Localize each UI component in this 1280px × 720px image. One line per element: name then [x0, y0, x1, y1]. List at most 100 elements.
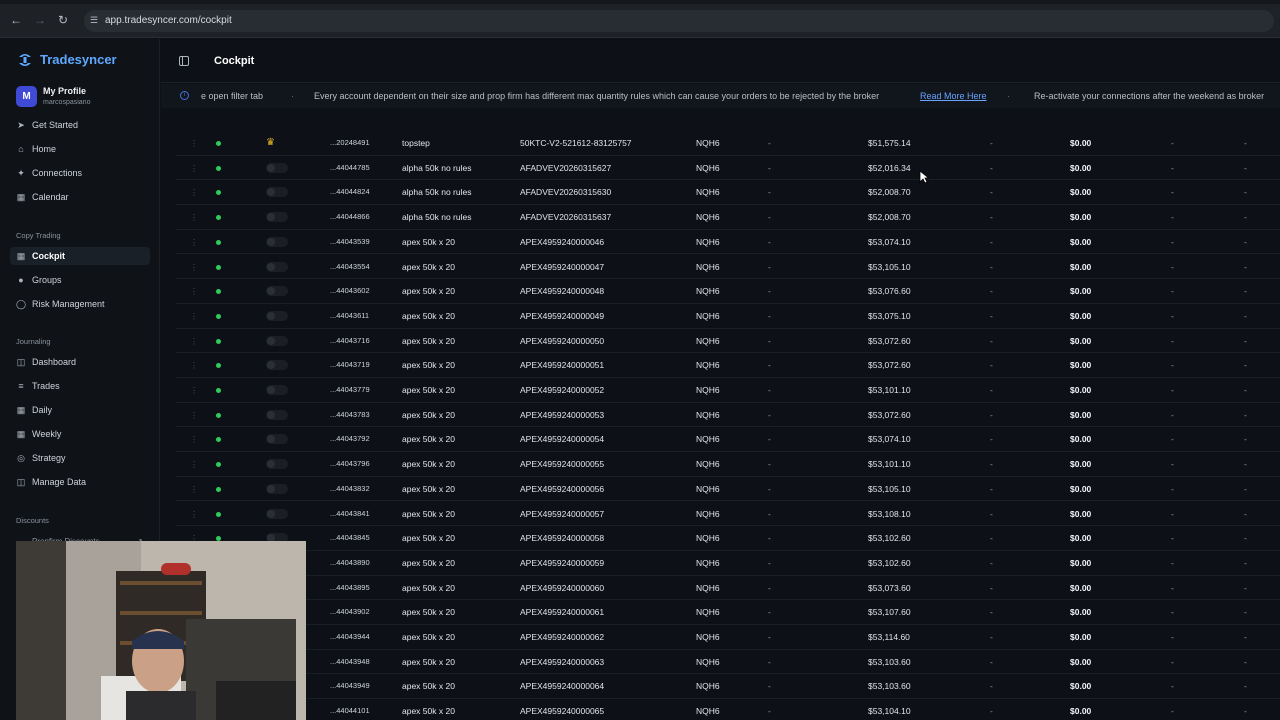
drag-handle-icon[interactable]: ⋮ — [190, 263, 198, 272]
table-row[interactable]: ⋮ ...44043602 apex 50k x 20 APEX49592400000… — [176, 279, 1280, 304]
sidebar-item-cockpit[interactable]: ▦ Cockpit — [10, 247, 150, 265]
dash-value: - — [990, 582, 993, 593]
account-number: APEX4959240000059 — [520, 557, 605, 568]
sidebar-item-get-started[interactable]: ➤ Get Started — [10, 116, 150, 134]
account-id: ...44043554 — [330, 261, 370, 271]
status-online-icon — [216, 264, 221, 270]
follower-toggle[interactable] — [266, 286, 288, 297]
sidebar-item-daily[interactable]: ▦ Daily — [10, 401, 150, 419]
read-more-link[interactable]: Read More Here — [920, 91, 987, 101]
drag-handle-icon[interactable]: ⋮ — [190, 238, 198, 247]
account-number: APEX4959240000053 — [520, 409, 605, 420]
drag-handle-icon[interactable]: ⋮ — [190, 485, 198, 494]
table-row[interactable]: ⋮ ♛ ...20248491 topstep 50KTC-V2-521612-8312… — [176, 131, 1280, 156]
avatar[interactable]: M — [16, 86, 37, 107]
table-row[interactable]: ⋮...44043890apex 50k x 20APEX49592400000… — [176, 551, 1280, 576]
drag-handle-icon[interactable]: ⋮ — [190, 386, 198, 395]
table-row[interactable]: ⋮ ...44043539 apex 50k x 20 APEX49592400000… — [176, 230, 1280, 255]
leader-crown-icon[interactable]: ♛ — [266, 137, 275, 149]
sidebar-item-weekly[interactable]: ▦ Weekly — [10, 425, 150, 443]
drag-handle-icon[interactable]: ⋮ — [190, 287, 198, 296]
table-row[interactable]: ⋮ ...44043783 apex 50k x 20 APEX49592400000… — [176, 403, 1280, 428]
reload-icon[interactable]: ↻ — [56, 13, 70, 27]
sidebar-item-home[interactable]: ⌂ Home — [10, 140, 150, 158]
sidebar-item-calendar[interactable]: ▦ Calendar — [10, 188, 150, 206]
follower-toggle[interactable] — [266, 409, 288, 420]
follower-toggle[interactable] — [266, 483, 288, 494]
follower-toggle[interactable] — [266, 187, 288, 198]
table-row[interactable]: ⋮ ...44043611 apex 50k x 20 APEX49592400000… — [176, 304, 1280, 329]
account-number: APEX4959240000061 — [520, 607, 605, 618]
drag-handle-icon[interactable]: ⋮ — [190, 361, 198, 370]
follower-toggle[interactable] — [266, 385, 288, 395]
account-number: APEX4959240000049 — [520, 310, 605, 321]
sidebar-item-strategy[interactable]: ◎ Strategy — [10, 449, 150, 467]
follower-toggle[interactable] — [266, 434, 288, 445]
table-row[interactable]: ⋮ ...44043554 apex 50k x 20 APEX49592400000… — [176, 255, 1280, 280]
site-info-icon[interactable]: ☰ — [90, 15, 100, 25]
symbol: NQH6 — [696, 557, 720, 568]
dash-value: - — [1171, 286, 1174, 297]
table-row[interactable]: ⋮...44043949apex 50k x 20APEX49592400000… — [176, 674, 1280, 700]
table-row[interactable]: ⋮ ...44043779 apex 50k x 20 APEX49592400000… — [176, 378, 1280, 403]
sidebar-toggle-icon[interactable] — [179, 56, 189, 66]
drag-handle-icon[interactable]: ⋮ — [190, 188, 198, 197]
drag-handle-icon[interactable]: ⋮ — [190, 312, 198, 321]
drag-handle-icon[interactable]: ⋮ — [190, 337, 198, 346]
forward-icon[interactable]: → — [33, 13, 47, 27]
table-row[interactable]: ⋮ ...44043832 apex 50k x 20 APEX49592400000… — [176, 477, 1280, 502]
table-row[interactable]: ⋮ ...44043792 apex 50k x 20 APEX49592400000… — [176, 427, 1280, 453]
address-bar[interactable] — [84, 10, 1274, 32]
dash-value: - — [1171, 582, 1174, 593]
account-nickname: alpha 50k no rules — [402, 212, 472, 223]
sidebar-item-dashboard[interactable]: ◫ Dashboard — [10, 353, 150, 371]
balance: $53,107.60 — [868, 607, 911, 618]
follower-toggle[interactable] — [266, 360, 288, 371]
dash-value: - — [1244, 681, 1247, 692]
table-row[interactable]: ⋮ ...44044785 alpha 50k no rules AFADVEV202… — [176, 156, 1280, 181]
back-icon[interactable]: ← — [9, 13, 23, 27]
follower-toggle[interactable] — [266, 261, 288, 272]
pnl: $0.00 — [1070, 236, 1092, 247]
follower-toggle[interactable] — [266, 212, 288, 223]
table-row[interactable]: ⋮ ...44043845 apex 50k x 20 APEX49592400000… — [176, 526, 1280, 551]
url-text[interactable]: app.tradesyncer.com/cockpit — [105, 15, 232, 26]
symbol: NQH6 — [696, 409, 720, 420]
balance: $53,074.10 — [868, 434, 911, 445]
drag-handle-icon[interactable]: ⋮ — [190, 435, 198, 444]
drag-handle-icon[interactable]: ⋮ — [190, 139, 198, 148]
drag-handle-icon[interactable]: ⋮ — [190, 213, 198, 222]
table-row[interactable]: ⋮...44043948apex 50k x 20APEX49592400000… — [176, 650, 1280, 675]
sidebar-item-connections[interactable]: ✦ Connections — [10, 164, 150, 182]
drag-handle-icon[interactable]: ⋮ — [190, 510, 198, 519]
follower-toggle[interactable] — [266, 162, 288, 173]
drag-handle-icon[interactable]: ⋮ — [190, 411, 198, 420]
symbol: NQH6 — [696, 335, 720, 346]
dash-value: - — [1171, 162, 1174, 173]
dash-value: - — [1244, 236, 1247, 247]
profile-name[interactable]: My Profile — [43, 86, 86, 96]
drag-handle-icon[interactable]: ⋮ — [190, 460, 198, 469]
table-row[interactable]: ⋮ ...44044866 alpha 50k no rules AFADVEV202… — [176, 205, 1280, 230]
pnl: $0.00 — [1070, 508, 1092, 519]
drag-handle-icon[interactable]: ⋮ — [190, 164, 198, 173]
sidebar-item-risk-management[interactable]: ◯ Risk Management — [10, 295, 150, 313]
table-row[interactable]: ⋮...44044101apex 50k x 20APEX49592400000… — [176, 699, 1280, 720]
sidebar-item-trades[interactable]: ≡ Trades — [10, 377, 150, 395]
table-row[interactable]: ⋮ ...44043719 apex 50k x 20 APEX49592400000… — [176, 353, 1280, 378]
table-row[interactable]: ⋮ ...44043841 apex 50k x 20 APEX49592400000… — [176, 502, 1280, 527]
sidebar-item-groups[interactable]: ● Groups — [10, 271, 150, 289]
follower-toggle[interactable] — [266, 508, 288, 519]
table-row[interactable]: ⋮ ...44044824 alpha 50k no rules AFADVEV202… — [176, 180, 1280, 206]
follower-toggle[interactable] — [266, 236, 288, 247]
table-row[interactable]: ⋮ ...44043796 apex 50k x 20 APEX49592400000… — [176, 452, 1280, 477]
table-row[interactable]: ⋮...44043944apex 50k x 20APEX49592400000… — [176, 625, 1280, 650]
dash-value: - — [990, 607, 993, 618]
table-row[interactable]: ⋮ ...44043716 apex 50k x 20 APEX49592400000… — [176, 329, 1280, 354]
follower-toggle[interactable] — [266, 459, 288, 470]
sidebar-item-manage-data[interactable]: ◫ Manage Data — [10, 473, 150, 491]
follower-toggle[interactable] — [266, 310, 288, 321]
table-row[interactable]: ⋮...44043895apex 50k x 20APEX49592400000… — [176, 576, 1280, 601]
follower-toggle[interactable] — [266, 335, 288, 346]
table-row[interactable]: ⋮...44043902apex 50k x 20APEX49592400000… — [176, 600, 1280, 625]
